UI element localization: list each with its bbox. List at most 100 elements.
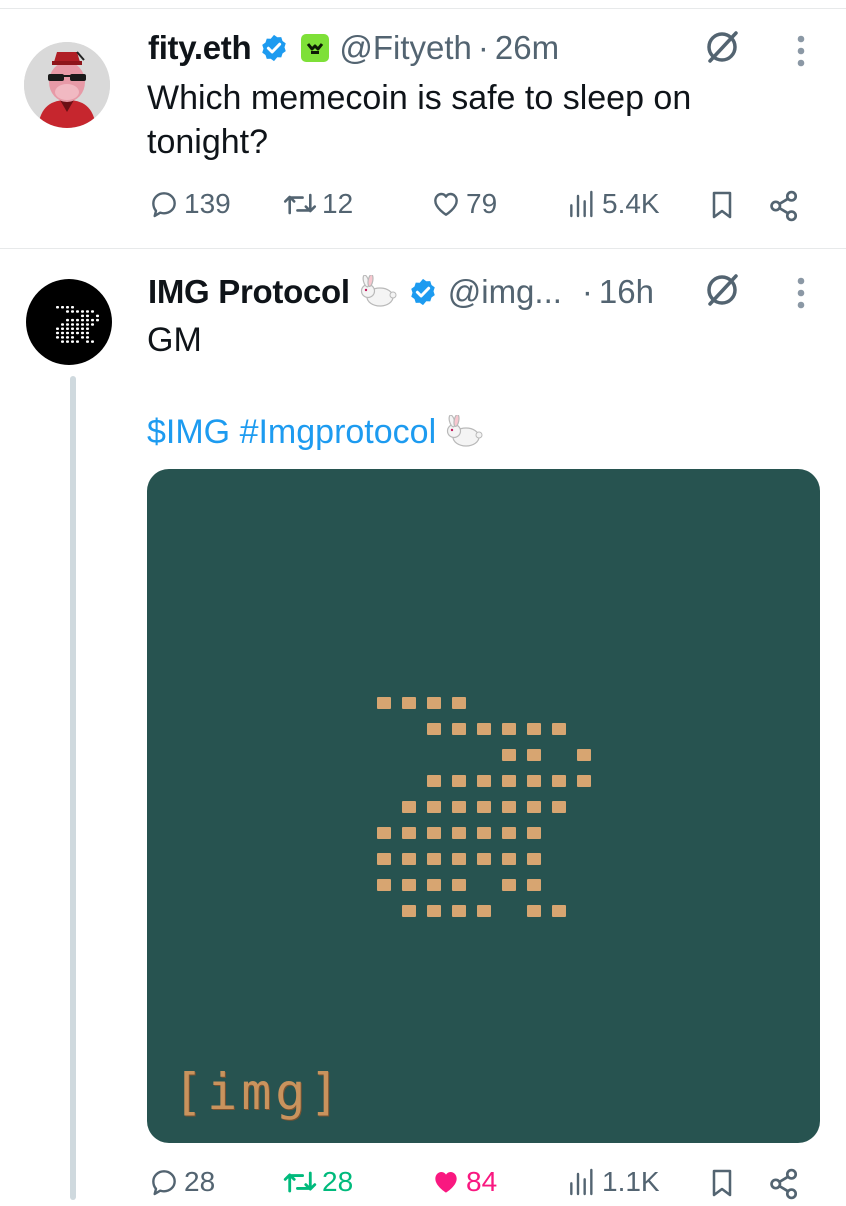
logo-pixel bbox=[427, 905, 441, 917]
logo-pixel bbox=[61, 323, 64, 326]
like-button[interactable]: 84 bbox=[430, 1166, 497, 1198]
tweet2-text-line1: GM bbox=[147, 321, 202, 359]
thread-connector-line bbox=[70, 376, 76, 1200]
logo-pixel bbox=[86, 340, 89, 343]
tweet-divider bbox=[0, 248, 846, 249]
logo-pixel bbox=[527, 749, 541, 761]
logo-pixel bbox=[427, 775, 441, 787]
logo-pixel bbox=[86, 336, 89, 339]
separator-dot: · bbox=[477, 29, 489, 66]
logo-pixel bbox=[427, 723, 441, 735]
logo-pixel bbox=[527, 853, 541, 865]
avatar-img-protocol[interactable] bbox=[26, 279, 112, 365]
affiliate-badge-icon bbox=[301, 34, 330, 62]
views-button[interactable]: 1.1K bbox=[566, 1166, 660, 1198]
logo-pixel bbox=[91, 340, 94, 343]
logo-pixel bbox=[577, 749, 591, 761]
logo-pixel bbox=[71, 310, 74, 313]
logo-pixel bbox=[71, 327, 74, 330]
logo-pixel bbox=[452, 801, 466, 813]
logo-pixel bbox=[427, 827, 441, 839]
logo-pixel bbox=[76, 331, 79, 335]
avatar-fityeth[interactable] bbox=[24, 42, 110, 128]
repost-button[interactable]: 12 bbox=[282, 188, 353, 220]
logo-pixel bbox=[66, 331, 69, 335]
author-name[interactable]: IMG Protocol bbox=[148, 273, 350, 311]
reply-button[interactable]: 28 bbox=[148, 1166, 215, 1198]
logo-pixel bbox=[76, 318, 79, 322]
logo-pixel bbox=[377, 879, 391, 891]
author-name[interactable]: fity.eth bbox=[148, 29, 252, 67]
logo-pixel bbox=[66, 306, 69, 309]
more-vertical-icon[interactable] bbox=[796, 34, 806, 68]
logo-pixel bbox=[66, 327, 69, 330]
logo-pixel bbox=[402, 879, 416, 891]
logo-pixel bbox=[91, 318, 94, 322]
tweet-media-image[interactable]: [img] bbox=[147, 469, 820, 1143]
pixel-rabbit-logo bbox=[377, 697, 591, 917]
views-button[interactable]: 5.4K bbox=[566, 188, 660, 220]
grok-icon[interactable] bbox=[702, 27, 742, 67]
tweet1-text: Which memecoin is safe to sleep on tonig… bbox=[147, 76, 691, 164]
tweet2-tags: $IMG #Imgprotocol bbox=[147, 410, 484, 454]
logo-pixel bbox=[66, 318, 69, 322]
like-button[interactable]: 79 bbox=[430, 188, 497, 220]
bookmark-button[interactable] bbox=[706, 1166, 738, 1200]
logo-pixel bbox=[477, 853, 491, 865]
author-handle[interactable]: @Fityeth bbox=[339, 29, 472, 67]
logo-pixel bbox=[402, 697, 416, 709]
tweet1-header: fity.eth @Fityeth · 26m bbox=[148, 26, 559, 70]
rabbit-emoji bbox=[360, 275, 397, 307]
logo-pixel bbox=[577, 775, 591, 787]
tweet2-action-bar: 28 28 84 1.1K bbox=[148, 1166, 846, 1206]
repost-icon bbox=[283, 193, 317, 215]
logo-pixel bbox=[552, 905, 566, 917]
author-handle[interactable]: @img... bbox=[448, 273, 562, 311]
logo-pixel bbox=[76, 340, 79, 343]
logo-pixel bbox=[527, 775, 541, 787]
logo-pixel bbox=[91, 323, 94, 326]
logo-pixel bbox=[86, 318, 89, 322]
share-button[interactable] bbox=[766, 188, 802, 224]
top-border bbox=[0, 0, 846, 9]
logo-pixel bbox=[61, 306, 64, 309]
logo-pixel bbox=[452, 905, 466, 917]
logo-pixel bbox=[66, 336, 69, 339]
logo-pixel bbox=[402, 801, 416, 813]
view-count: 5.4K bbox=[602, 188, 660, 219]
views-icon bbox=[570, 190, 593, 218]
reply-count: 28 bbox=[184, 1166, 216, 1197]
logo-pixel bbox=[66, 310, 69, 313]
logo-pixel bbox=[477, 827, 491, 839]
repost-icon bbox=[283, 1171, 317, 1193]
logo-pixel bbox=[61, 327, 64, 330]
logo-pixel bbox=[452, 697, 466, 709]
logo-pixel bbox=[452, 723, 466, 735]
logo-pixel bbox=[477, 905, 491, 917]
reply-count: 139 bbox=[184, 188, 231, 219]
logo-pixel bbox=[71, 336, 74, 339]
more-vertical-icon[interactable] bbox=[796, 276, 806, 310]
logo-pixel bbox=[527, 801, 541, 813]
logo-pixel bbox=[552, 775, 566, 787]
timestamp[interactable]: 16h bbox=[599, 273, 654, 311]
share-button[interactable] bbox=[766, 1166, 802, 1202]
like-count: 79 bbox=[466, 188, 498, 219]
bookmark-button[interactable] bbox=[706, 188, 738, 222]
logo-pixel bbox=[66, 323, 69, 326]
tweet1-text-line2: tonight? bbox=[147, 123, 268, 161]
cashtag-hashtag-link[interactable]: $IMG #Imgprotocol bbox=[147, 410, 436, 454]
reply-icon bbox=[152, 1170, 176, 1196]
grok-icon[interactable] bbox=[702, 270, 742, 310]
repost-button[interactable]: 28 bbox=[282, 1166, 353, 1198]
logo-pixel bbox=[76, 323, 79, 326]
logo-pixel bbox=[502, 827, 516, 839]
tweet2-header: IMG Protocol @img... · 16h bbox=[148, 270, 654, 314]
logo-pixel bbox=[96, 314, 99, 318]
logo-pixel bbox=[86, 331, 89, 335]
logo-pixel bbox=[502, 775, 516, 787]
timestamp[interactable]: 26m bbox=[495, 29, 559, 67]
logo-pixel bbox=[477, 775, 491, 787]
tweet1-text-line1: Which memecoin is safe to sleep on bbox=[147, 79, 692, 117]
reply-button[interactable]: 139 bbox=[148, 188, 231, 220]
